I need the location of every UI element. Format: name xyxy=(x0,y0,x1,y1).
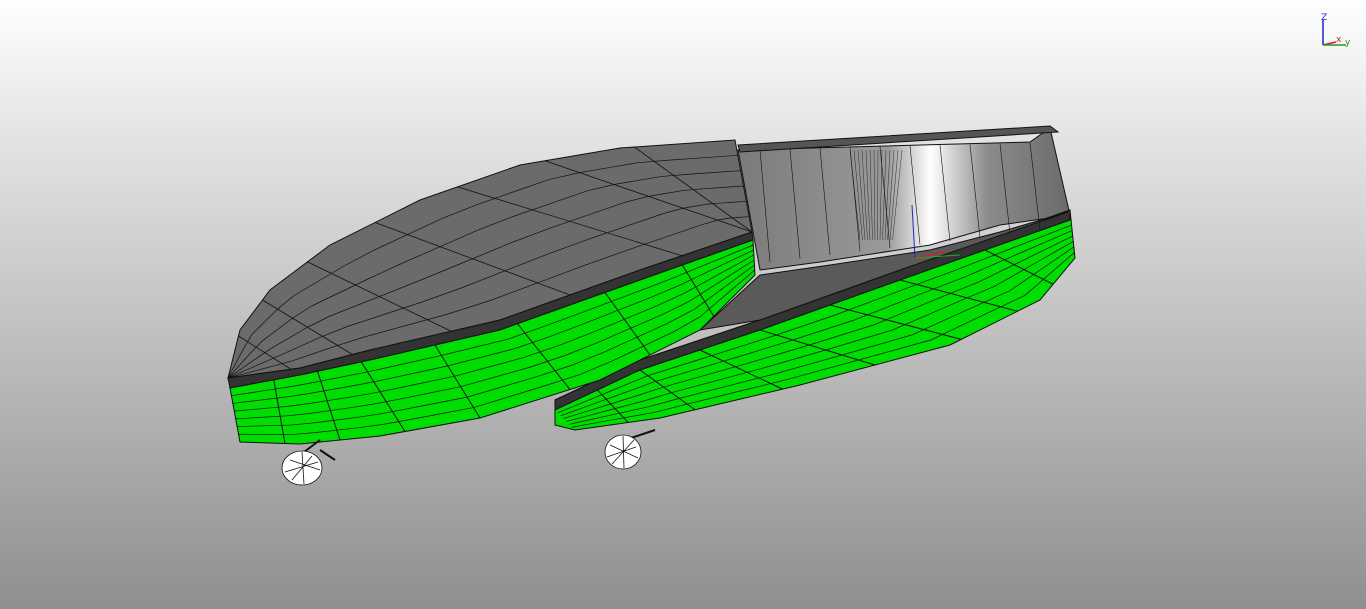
z-axis-label: Z xyxy=(1321,13,1327,23)
catamaran-model[interactable] xyxy=(0,0,1366,609)
y-axis-label: y xyxy=(1345,38,1351,48)
3d-viewport[interactable]: Z x y xyxy=(0,0,1366,609)
right-propeller xyxy=(604,429,656,470)
x-axis-label: x xyxy=(1336,35,1342,45)
left-propeller xyxy=(281,439,336,486)
orientation-triad[interactable]: Z x y xyxy=(1314,12,1354,52)
